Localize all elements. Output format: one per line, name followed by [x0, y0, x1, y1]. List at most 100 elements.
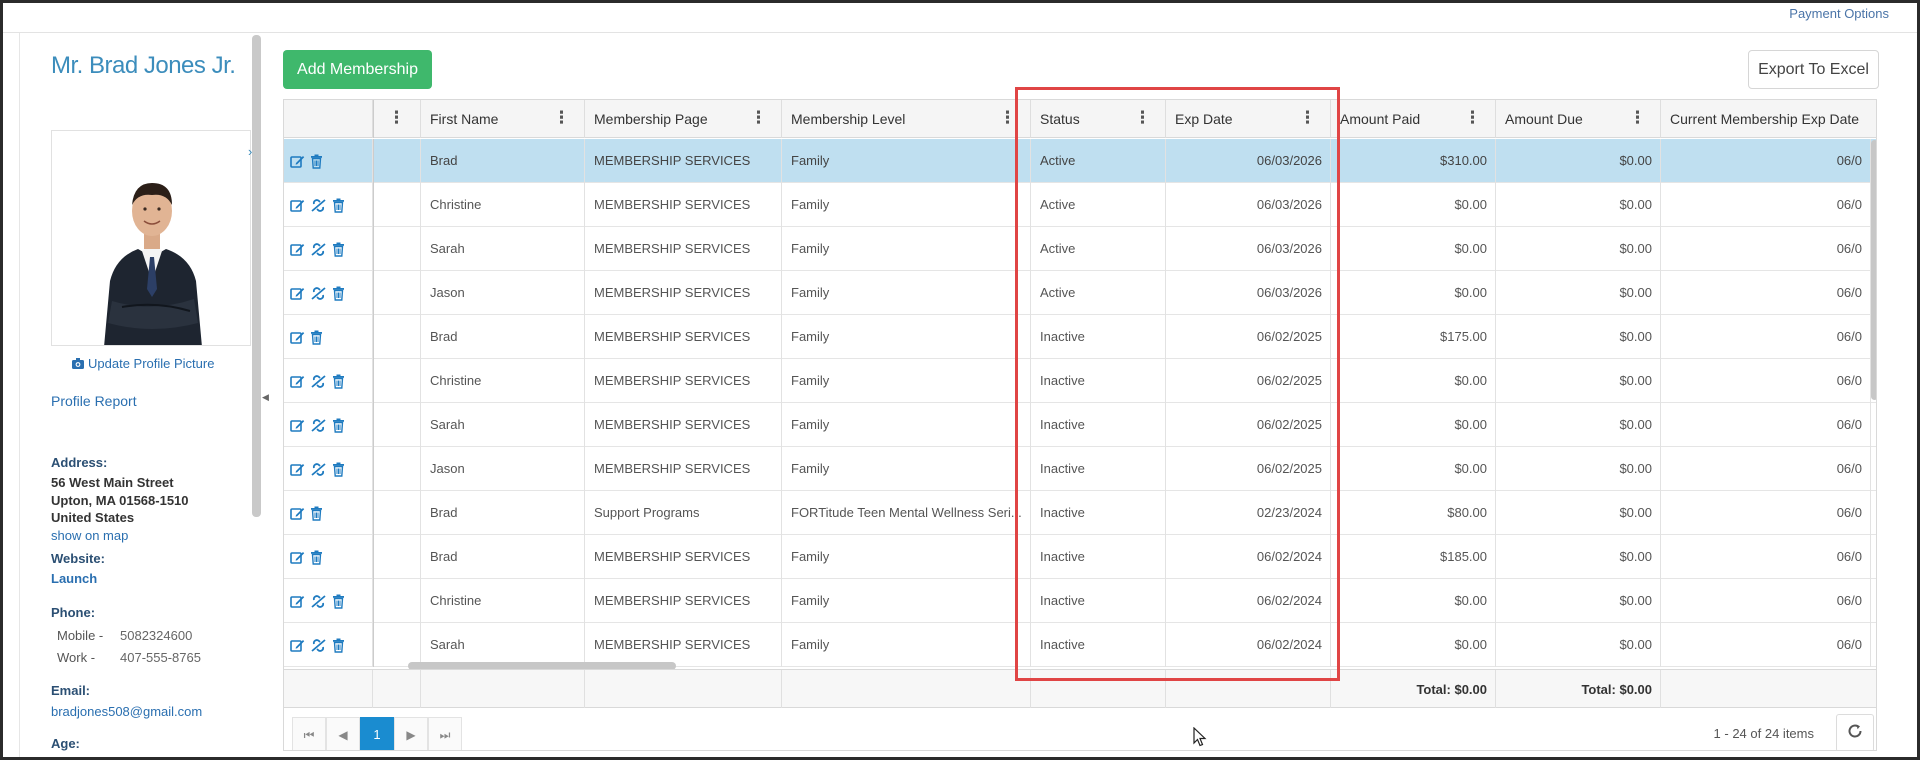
table-row[interactable]: Christine MEMBERSHIP SERVICES Family Inacti…: [284, 359, 1876, 403]
edit-icon[interactable]: [290, 242, 305, 257]
unlink-icon[interactable]: [310, 638, 327, 653]
chevron-right-icon[interactable]: ›: [248, 144, 252, 159]
cell-membership-level: Family: [782, 579, 1031, 623]
unlink-icon[interactable]: [310, 286, 327, 301]
kebab-icon[interactable]: ⋮: [1629, 100, 1646, 138]
edit-icon[interactable]: [290, 638, 305, 653]
cell-exp-date: 06/03/2026: [1166, 139, 1331, 183]
cell-status: Active: [1031, 183, 1166, 227]
trash-icon[interactable]: [332, 418, 345, 433]
export-to-excel-button[interactable]: Export To Excel: [1748, 50, 1879, 89]
add-membership-button[interactable]: Add Membership: [283, 50, 432, 89]
table-row[interactable]: Brad MEMBERSHIP SERVICES Family Active 06/03…: [284, 139, 1876, 183]
row-action-icons: [290, 491, 323, 535]
unlink-icon[interactable]: [310, 418, 327, 433]
table-row[interactable]: Jason MEMBERSHIP SERVICES Family Inactive 06…: [284, 447, 1876, 491]
trash-icon[interactable]: [332, 462, 345, 477]
unlink-icon[interactable]: [310, 462, 327, 477]
row-actions: [284, 359, 373, 403]
edit-icon[interactable]: [290, 198, 305, 213]
cell-status: Active: [1031, 271, 1166, 315]
header-membership-level[interactable]: Membership Level: [782, 100, 1031, 138]
unlink-icon[interactable]: [310, 242, 327, 257]
row-action-icons: [290, 403, 345, 447]
kebab-icon[interactable]: ⋮: [1299, 100, 1316, 138]
cell-amount-due: $0.00: [1496, 579, 1661, 623]
next-page-icon[interactable]: ▶: [394, 717, 428, 750]
unlink-icon[interactable]: [310, 198, 327, 213]
unlink-icon[interactable]: [310, 374, 327, 389]
edit-icon[interactable]: [290, 462, 305, 477]
cell-membership-level: Family: [782, 623, 1031, 667]
trash-icon[interactable]: [310, 154, 323, 169]
cell-first-name: Sarah: [421, 227, 585, 271]
first-page-icon[interactable]: ⏮: [292, 717, 326, 750]
cell-amount-due: $0.00: [1496, 447, 1661, 491]
profile-report-link[interactable]: Profile Report: [51, 393, 137, 409]
row-spacer: [373, 139, 421, 183]
cell-membership-page: MEMBERSHIP SERVICES: [585, 227, 782, 271]
edit-icon[interactable]: [290, 418, 305, 433]
table-row[interactable]: Sarah MEMBERSHIP SERVICES Family Inactive 06…: [284, 403, 1876, 447]
website-launch-link[interactable]: Launch: [51, 571, 97, 586]
work-label: Work -: [57, 650, 96, 665]
kebab-icon[interactable]: ⋮: [750, 100, 767, 138]
trash-icon[interactable]: [332, 638, 345, 653]
cell-amount-due: $0.00: [1496, 227, 1661, 271]
trash-icon[interactable]: [332, 374, 345, 389]
table-row[interactable]: Brad MEMBERSHIP SERVICES Family Inactive 06/…: [284, 535, 1876, 579]
payment-options-link[interactable]: Payment Options: [1789, 6, 1889, 21]
cell-amount-due: $0.00: [1496, 271, 1661, 315]
prev-page-icon[interactable]: ◀: [326, 717, 360, 750]
update-profile-picture-label: Update Profile Picture: [88, 356, 215, 371]
kebab-icon[interactable]: ⋮: [388, 100, 405, 138]
kebab-icon[interactable]: ⋮: [1134, 100, 1151, 138]
cell-exp-date: 06/02/2025: [1166, 315, 1331, 359]
kebab-icon[interactable]: ⋮: [1464, 100, 1481, 138]
show-on-map-link[interactable]: show on map: [51, 528, 128, 543]
person-photo: [52, 131, 250, 345]
trash-icon[interactable]: [332, 242, 345, 257]
unlink-icon[interactable]: [310, 594, 327, 609]
address-line1: 56 West Main Street: [51, 475, 174, 490]
cell-membership-page: Support Programs: [585, 491, 782, 535]
trash-icon[interactable]: [310, 506, 323, 521]
email-link[interactable]: bradjones508@gmail.com: [51, 704, 202, 719]
row-actions: [284, 139, 373, 183]
table-row[interactable]: Sarah MEMBERSHIP SERVICES Family Active 06/0…: [284, 227, 1876, 271]
cell-current-exp-date: 06/0: [1661, 447, 1871, 491]
edit-icon[interactable]: [290, 154, 305, 169]
table-row[interactable]: Christine MEMBERSHIP SERVICES Family Inacti…: [284, 579, 1876, 623]
last-page-icon[interactable]: ⏭: [428, 717, 462, 750]
trash-icon[interactable]: [310, 330, 323, 345]
kebab-icon[interactable]: ⋮: [553, 100, 570, 138]
row-action-icons: [290, 315, 323, 359]
row-action-icons: [290, 271, 345, 315]
table-row[interactable]: Sarah MEMBERSHIP SERVICES Family Inactive 06…: [284, 623, 1876, 667]
sidebar-collapse-icon[interactable]: ◀: [262, 392, 269, 403]
trash-icon[interactable]: [332, 198, 345, 213]
table-row[interactable]: Brad MEMBERSHIP SERVICES Family Inactive 06/…: [284, 315, 1876, 359]
edit-icon[interactable]: [290, 550, 305, 565]
kebab-icon[interactable]: ⋮: [999, 100, 1016, 138]
trash-icon[interactable]: [332, 286, 345, 301]
edit-icon[interactable]: [290, 286, 305, 301]
row-spacer: [373, 623, 421, 667]
trash-icon[interactable]: [332, 594, 345, 609]
page-button-current[interactable]: 1: [360, 717, 394, 750]
table-row[interactable]: Jason MEMBERSHIP SERVICES Family Active 06/0…: [284, 271, 1876, 315]
refresh-button[interactable]: [1836, 714, 1874, 750]
cell-first-name: Christine: [421, 359, 585, 403]
update-profile-picture-link[interactable]: Update Profile Picture: [72, 356, 214, 372]
edit-icon[interactable]: [290, 330, 305, 345]
table-row[interactable]: Brad Support Programs FORTitude Teen Menta…: [284, 491, 1876, 535]
refresh-icon: [1846, 722, 1864, 745]
sidebar-scrollbar[interactable]: [252, 35, 261, 517]
table-row[interactable]: Christine MEMBERSHIP SERVICES Family Active…: [284, 183, 1876, 227]
edit-icon[interactable]: [290, 594, 305, 609]
grid-vertical-scrollbar[interactable]: [1871, 140, 1876, 400]
edit-icon[interactable]: [290, 506, 305, 521]
edit-icon[interactable]: [290, 374, 305, 389]
trash-icon[interactable]: [310, 550, 323, 565]
header-current-exp-date[interactable]: Current Membership Exp Date: [1661, 100, 1876, 138]
